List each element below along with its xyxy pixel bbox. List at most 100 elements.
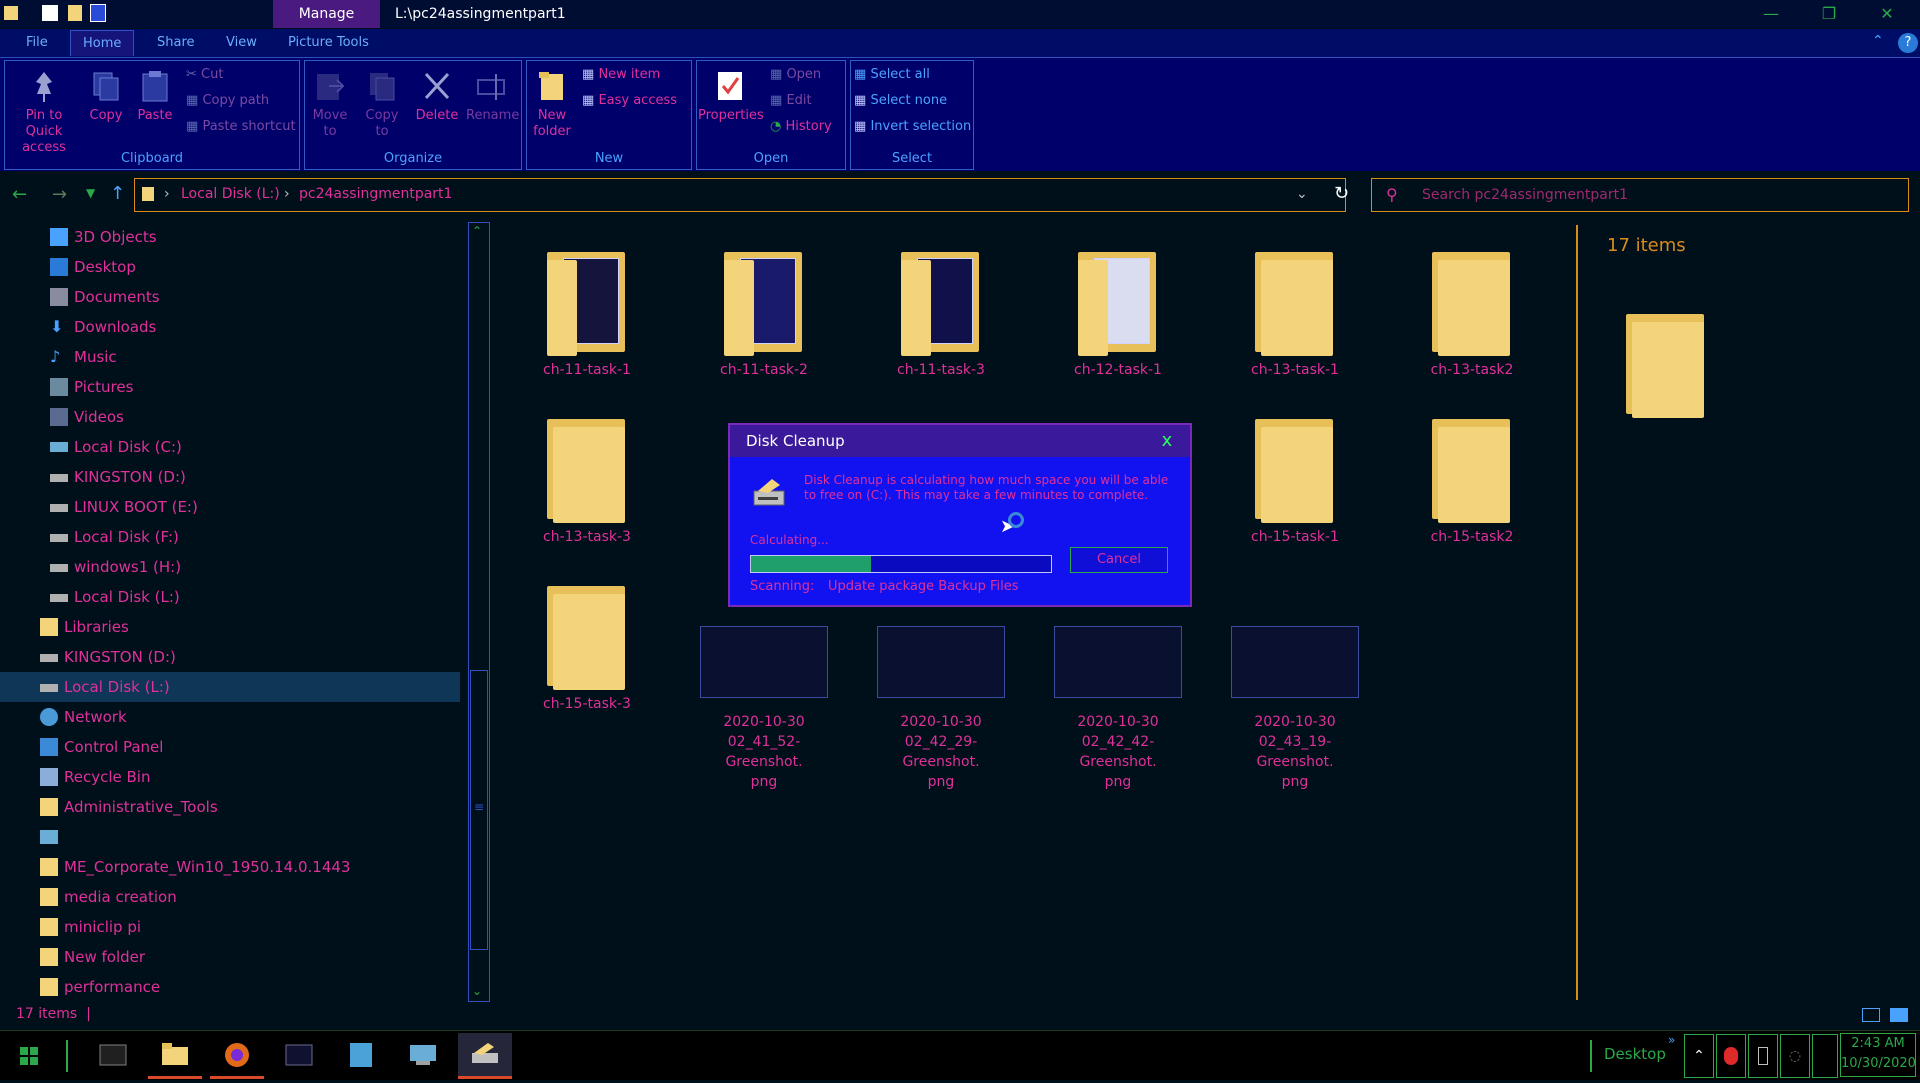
easy-access-button[interactable]: ▦ Easy access xyxy=(582,93,677,108)
properties-quick-icon[interactable] xyxy=(42,5,58,21)
scroll-up-icon[interactable]: ⌃ xyxy=(472,224,482,238)
image-file-item[interactable]: 2020-10-30 02_43_19-Greenshot. png xyxy=(1220,626,1370,792)
properties-button[interactable]: Properties xyxy=(698,70,764,124)
folder-item[interactable]: ch-11-task-1 xyxy=(512,246,662,380)
select-all-button[interactable]: ▦ Select all xyxy=(854,67,930,82)
folder-item[interactable]: ch-11-task-3 xyxy=(866,246,1016,380)
move-to-button[interactable]: Move to xyxy=(310,70,350,140)
history-button[interactable]: ◔ History xyxy=(770,119,832,134)
folder-item[interactable]: ch-15-task-3 xyxy=(512,580,662,714)
new-folder-quick-icon[interactable] xyxy=(68,5,82,21)
tab-file[interactable]: File xyxy=(14,30,60,56)
up-arrow-icon[interactable]: ↑ xyxy=(110,183,125,204)
tray-wifi-icon[interactable]: ◌ xyxy=(1780,1034,1810,1078)
taskbar-file-explorer[interactable] xyxy=(148,1033,202,1079)
dialog-close-icon[interactable]: x xyxy=(1144,425,1190,457)
tab-share[interactable]: Share xyxy=(145,30,207,56)
toolbar-expand-icon[interactable]: » xyxy=(1668,1033,1675,1047)
sidebar-item-me-corporate[interactable]: ME_Corporate_Win10_1950.14.0.1443 xyxy=(0,852,460,882)
sidebar-item-local-disk-l[interactable]: Local Disk (L:) xyxy=(0,582,460,612)
back-arrow-icon[interactable]: ← xyxy=(12,184,27,205)
sidebar-item-windows1-h[interactable]: windows1 (H:) xyxy=(0,552,460,582)
sidebar-item-documents[interactable]: Documents xyxy=(0,282,460,312)
sidebar-item-downloads[interactable]: ⬇ Downloads xyxy=(0,312,460,342)
taskbar-terminal[interactable] xyxy=(86,1033,140,1079)
sidebar-item-videos[interactable]: Videos xyxy=(0,402,460,432)
edit-button[interactable]: ▦ Edit xyxy=(770,93,812,108)
paste-button[interactable]: Paste xyxy=(134,70,176,124)
sidebar-item-media-creation[interactable]: media creation xyxy=(0,882,460,912)
folder-item[interactable]: ch-13-task-3 xyxy=(512,413,662,547)
sidebar-item-administrative-tools[interactable]: Administrative_Tools xyxy=(0,792,460,822)
sidebar-item-music[interactable]: ♪ Music xyxy=(0,342,460,372)
sidebar-item-pictures[interactable]: Pictures xyxy=(0,372,460,402)
folder-item[interactable]: ch-15-task-1 xyxy=(1220,413,1370,547)
desktop-toolbar[interactable]: Desktop xyxy=(1604,1045,1666,1063)
help-icon[interactable]: ? xyxy=(1898,33,1918,53)
close-icon[interactable]: ✕ xyxy=(1864,0,1910,28)
taskbar-disk-cleanup[interactable] xyxy=(458,1033,512,1079)
address-dropdown-icon[interactable]: ⌄ xyxy=(1296,186,1308,202)
show-hidden-icons-chevron-icon[interactable]: ⌃ xyxy=(1684,1034,1714,1078)
search-input[interactable]: Search pc24assingmentpart1 xyxy=(1422,187,1628,203)
pin-quick-access-button[interactable]: Pin to Quick access xyxy=(6,70,82,156)
breadcrumb-folder[interactable]: pc24assingmentpart1 xyxy=(299,186,452,202)
new-folder-button[interactable]: New folder xyxy=(530,70,574,140)
copy-button[interactable]: Copy xyxy=(86,70,126,124)
customize-quick-access-icon[interactable] xyxy=(90,4,106,22)
delete-button[interactable]: Delete xyxy=(414,70,460,124)
rename-button[interactable]: Rename xyxy=(466,70,519,124)
folder-item[interactable]: ch-15-task2 xyxy=(1397,413,1547,547)
tab-home[interactable]: Home xyxy=(70,30,135,56)
folder-item[interactable]: ch-13-task2 xyxy=(1397,246,1547,380)
tab-picture-tools[interactable]: Picture Tools xyxy=(276,30,381,56)
copy-path-button[interactable]: ▦ Copy path xyxy=(186,93,269,108)
sidebar-item-3d-objects[interactable]: 3D Objects xyxy=(0,222,460,252)
breadcrumb-local-disk[interactable]: Local Disk (L:) xyxy=(181,186,280,202)
sidebar-item-unnamed[interactable] xyxy=(0,822,460,852)
sidebar-item-performance[interactable]: performance xyxy=(0,972,460,1002)
taskbar-firefox[interactable] xyxy=(210,1033,264,1079)
image-file-item[interactable]: 2020-10-30 02_42_29-Greenshot. png xyxy=(866,626,1016,792)
sidebar-item-kingston-d-2[interactable]: KINGSTON (D:) xyxy=(0,642,460,672)
folder-item[interactable]: ch-13-task-1 xyxy=(1220,246,1370,380)
tray-security-icon[interactable] xyxy=(1716,1034,1746,1078)
tab-view[interactable]: View xyxy=(214,30,269,56)
folder-item[interactable]: ch-11-task-2 xyxy=(689,246,839,380)
sidebar-item-linux-boot-e[interactable]: LINUX BOOT (E:) xyxy=(0,492,460,522)
system-clock[interactable]: 2:43 AM 10/30/2020 xyxy=(1840,1033,1916,1077)
sidebar-item-kingston-d[interactable]: KINGSTON (D:) xyxy=(0,462,460,492)
minimize-icon[interactable]: — xyxy=(1748,0,1794,28)
sidebar-item-recycle-bin[interactable]: Recycle Bin xyxy=(0,762,460,792)
cancel-button[interactable]: Cancel xyxy=(1070,547,1168,573)
taskbar-app-network[interactable] xyxy=(396,1033,450,1079)
sidebar-item-desktop[interactable]: Desktop xyxy=(0,252,460,282)
invert-selection-button[interactable]: ▦ Invert selection xyxy=(854,119,971,134)
sidebar-item-local-disk-f[interactable]: Local Disk (F:) xyxy=(0,522,460,552)
select-none-button[interactable]: ▦ Select none xyxy=(854,93,947,108)
tray-usb-icon[interactable] xyxy=(1748,1034,1778,1078)
sidebar-item-local-disk-l-selected[interactable]: Local Disk (L:) xyxy=(0,672,460,702)
preview-pane-divider[interactable] xyxy=(1576,225,1578,1000)
sidebar-item-control-panel[interactable]: Control Panel xyxy=(0,732,460,762)
image-file-item[interactable]: 2020-10-30 02_42_42-Greenshot. png xyxy=(1043,626,1193,792)
image-file-item[interactable]: 2020-10-30 02_41_52-Greenshot. png xyxy=(689,626,839,792)
taskbar-app-building[interactable] xyxy=(334,1033,388,1079)
sidebar-item-miniclip-pi[interactable]: miniclip pi xyxy=(0,912,460,942)
cut-button[interactable]: ✂ Cut xyxy=(186,67,223,82)
start-button[interactable] xyxy=(2,1033,56,1079)
details-view-icon[interactable] xyxy=(1862,1008,1880,1022)
forward-arrow-icon[interactable]: → xyxy=(52,184,67,205)
paste-shortcut-button[interactable]: ▦ Paste shortcut xyxy=(186,119,296,134)
folder-item[interactable]: ch-12-task-1 xyxy=(1043,246,1193,380)
taskbar-console[interactable] xyxy=(272,1033,326,1079)
restore-icon[interactable]: ❐ xyxy=(1806,0,1852,28)
sidebar-item-libraries[interactable]: Libraries xyxy=(0,612,460,642)
collapse-ribbon-icon[interactable]: ⌃ xyxy=(1872,33,1884,49)
refresh-icon[interactable]: ↻ xyxy=(1334,183,1349,204)
recent-locations-chevron-icon[interactable]: ▼ xyxy=(86,186,95,200)
copy-to-button[interactable]: Copy to xyxy=(362,70,402,140)
sidebar-item-network[interactable]: Network xyxy=(0,702,460,732)
sidebar-item-local-disk-c[interactable]: Local Disk (C:) xyxy=(0,432,460,462)
sidebar-item-new-folder[interactable]: New folder xyxy=(0,942,460,972)
